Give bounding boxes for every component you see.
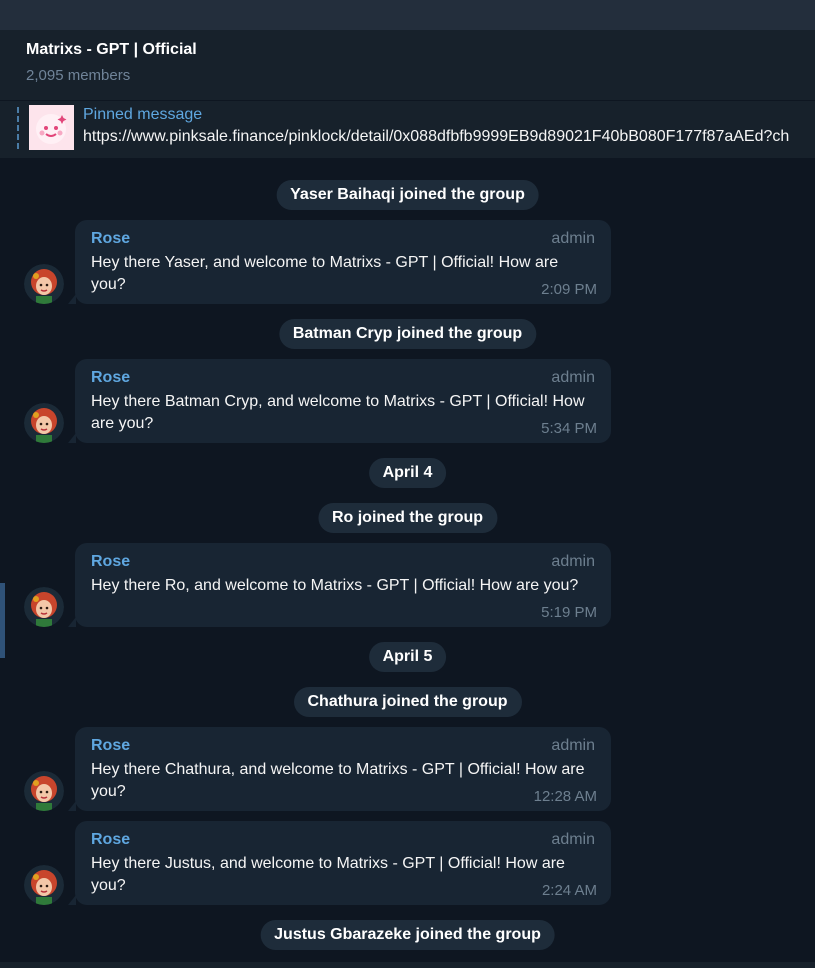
service-message: Ro joined the group	[317, 503, 498, 533]
message-bubble[interactable]: Rose admin Hey there Yaser, and welcome …	[68, 220, 611, 304]
message-time: 2:24 AM	[541, 882, 597, 899]
message-feed[interactable]: Yaser Baihaqi joined the group Rose admi…	[0, 160, 815, 968]
rose-avatar-icon[interactable]	[24, 771, 64, 811]
message-text: Hey there Justus, and welcome to Matrixs…	[91, 855, 565, 894]
pinned-link[interactable]: https://www.pinksale.finance/pinklock/de…	[83, 128, 789, 146]
window-top-strip	[0, 0, 815, 30]
message-text: Hey there Batman Cryp, and welcome to Ma…	[91, 393, 585, 432]
date-separator: April 4	[368, 458, 447, 488]
pinned-message-bar[interactable]: Pinned message https://www.pinksale.fina…	[0, 100, 815, 158]
message-time: 5:34 PM	[541, 420, 597, 437]
bottom-edge	[0, 962, 815, 968]
member-count: 2,095 members	[26, 67, 131, 84]
message-time: 12:28 AM	[533, 788, 597, 805]
message-time: 5:19 PM	[541, 604, 597, 621]
date-separator: April 5	[368, 642, 447, 672]
message-sender[interactable]: Rose	[91, 553, 130, 571]
message-time: 2:09 PM	[541, 281, 597, 298]
rose-avatar-icon[interactable]	[24, 587, 64, 627]
message-bubble[interactable]: Rose admin Hey there Ro, and welcome to …	[68, 543, 611, 627]
bubble-tail	[68, 801, 76, 811]
message-bubble[interactable]: Rose admin Hey there Justus, and welcome…	[68, 821, 611, 905]
message-sender[interactable]: Rose	[91, 369, 130, 387]
message-text: Hey there Chathura, and welcome to Matri…	[91, 761, 585, 800]
sender-role: admin	[551, 737, 595, 754]
bubble-tail	[68, 433, 76, 443]
chat-header[interactable]: Matrixs - GPT | Official 2,095 members	[0, 30, 815, 100]
sender-role: admin	[551, 369, 595, 386]
message-sender[interactable]: Rose	[91, 737, 130, 755]
sender-role: admin	[551, 553, 595, 570]
pink-smiley-icon	[29, 105, 74, 150]
bubble-tail	[68, 294, 76, 304]
pinned-indicator	[17, 107, 21, 149]
service-message: Batman Cryp joined the group	[278, 319, 537, 349]
bubble-tail	[68, 617, 76, 627]
service-message: Justus Gbarazeke joined the group	[260, 920, 555, 950]
message-text: Hey there Yaser, and welcome to Matrixs …	[91, 254, 559, 293]
rose-avatar-icon[interactable]	[24, 264, 64, 304]
message-sender[interactable]: Rose	[91, 230, 130, 248]
sender-role: admin	[551, 230, 595, 247]
sender-role: admin	[551, 831, 595, 848]
message-sender[interactable]: Rose	[91, 831, 130, 849]
message-text: Hey there Ro, and welcome to Matrixs - G…	[91, 577, 579, 594]
service-message: Yaser Baihaqi joined the group	[276, 180, 539, 210]
pinned-label[interactable]: Pinned message	[83, 106, 202, 124]
rose-avatar-icon[interactable]	[24, 403, 64, 443]
service-message: Chathura joined the group	[293, 687, 522, 717]
message-bubble[interactable]: Rose admin Hey there Chathura, and welco…	[68, 727, 611, 811]
bubble-tail	[68, 895, 76, 905]
message-bubble[interactable]: Rose admin Hey there Batman Cryp, and we…	[68, 359, 611, 443]
rose-avatar-icon[interactable]	[24, 865, 64, 905]
chat-title[interactable]: Matrixs - GPT | Official	[26, 41, 197, 59]
